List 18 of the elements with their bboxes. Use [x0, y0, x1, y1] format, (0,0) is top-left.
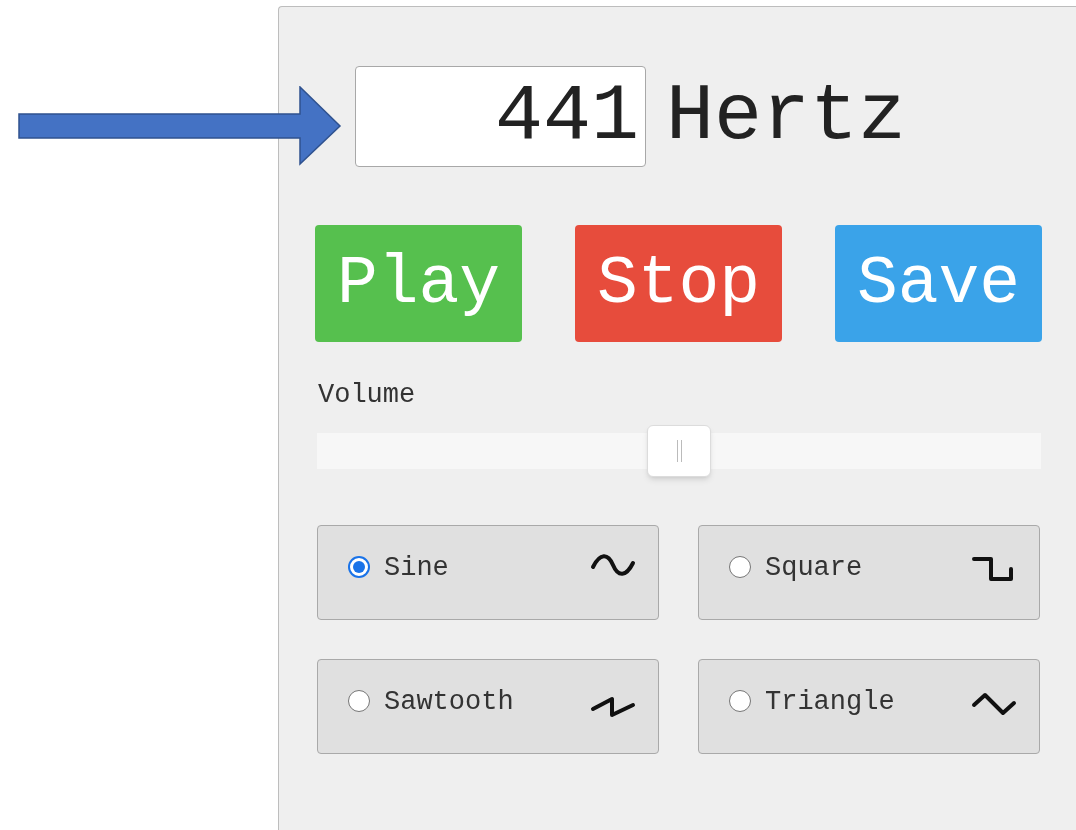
radio-button[interactable] — [729, 556, 751, 578]
waveform-label: Sawtooth — [384, 687, 514, 717]
volume-label: Volume — [317, 382, 417, 409]
slider-thumb[interactable] — [647, 425, 711, 477]
stop-button[interactable]: Stop — [575, 225, 782, 342]
waveform-label: Square — [765, 553, 863, 583]
arrow-icon — [18, 86, 342, 166]
frequency-field[interactable]: 441 — [355, 66, 646, 167]
waveform-option[interactable]: Square — [698, 525, 1040, 620]
waveform-option[interactable]: Sine — [317, 525, 659, 620]
waveform-label: Sine — [384, 553, 449, 583]
waveform-option[interactable]: Triangle — [698, 659, 1040, 754]
unit-label: Hertz — [666, 76, 907, 157]
radio-button[interactable] — [348, 556, 370, 578]
radio-button[interactable] — [729, 690, 751, 712]
waveform-option[interactable]: Sawtooth — [317, 659, 659, 754]
radio-button[interactable] — [348, 690, 370, 712]
waveform-label: Triangle — [765, 687, 895, 717]
